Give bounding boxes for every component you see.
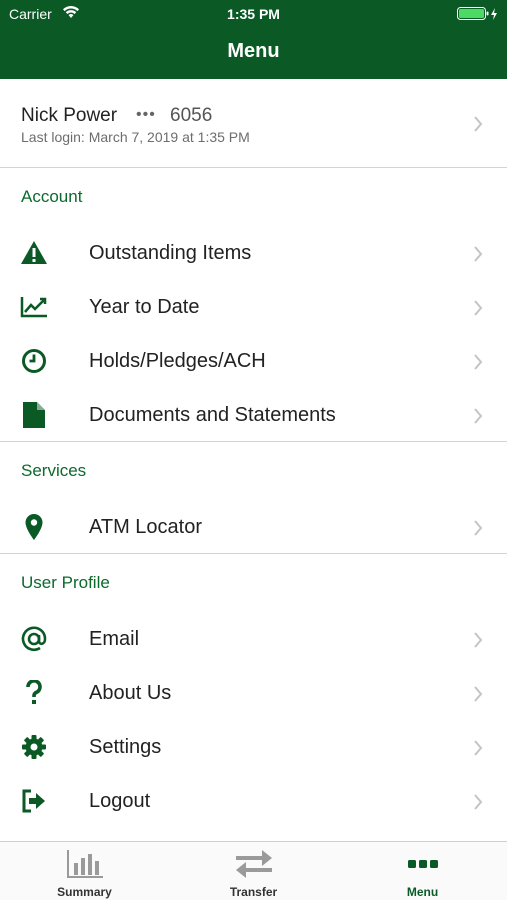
menu-item-label: Outstanding Items xyxy=(89,242,252,264)
section-title-account: Account xyxy=(21,187,83,206)
menu-item-outstanding-items[interactable]: Outstanding Items xyxy=(0,226,507,280)
menu-item-label: About Us xyxy=(89,682,172,704)
at-icon xyxy=(20,626,48,652)
account-suffix: 6056 xyxy=(170,105,213,126)
clock-icon xyxy=(20,348,48,374)
menu-item-year-to-date[interactable]: Year to Date xyxy=(0,280,507,334)
chevron-right-icon xyxy=(474,740,483,756)
chevron-right-icon xyxy=(474,632,483,648)
menu-item-label: Email xyxy=(89,628,140,650)
document-icon xyxy=(20,402,48,428)
chevron-right-icon xyxy=(474,794,483,810)
menu-item-holds-pledges-ach[interactable]: Holds/Pledges/ACH xyxy=(0,334,507,388)
section-title-services: Services xyxy=(21,461,87,480)
menu-item-atm-locator[interactable]: ATM Locator xyxy=(0,500,507,554)
tab-summary[interactable]: Summary xyxy=(0,842,169,900)
line-chart-icon xyxy=(20,294,48,320)
user-name: Nick Power xyxy=(21,105,118,126)
menu-item-logout[interactable]: Logout xyxy=(0,774,507,828)
clock-time: 1:35 PM xyxy=(227,6,280,22)
section-divider xyxy=(0,441,507,442)
menu-item-email[interactable]: Email xyxy=(0,612,507,666)
menu-item-label: Year to Date xyxy=(89,296,200,318)
menu-item-label: Holds/Pledges/ACH xyxy=(89,350,266,372)
menu-item-about-us[interactable]: About Us xyxy=(0,666,507,720)
tab-label: Menu xyxy=(406,885,439,899)
menu-item-documents-and-statements[interactable]: Documents and Statements xyxy=(0,388,507,442)
gear-icon xyxy=(20,734,48,760)
chevron-right-icon xyxy=(474,300,483,316)
page-title: Menu xyxy=(227,40,280,62)
tab-label: Summary xyxy=(57,885,112,899)
chevron-right-icon xyxy=(474,408,483,424)
map-pin-icon xyxy=(20,514,48,540)
menu-item-label: ATM Locator xyxy=(89,516,202,538)
chevron-right-icon xyxy=(474,520,483,536)
question-icon xyxy=(20,680,48,706)
menu-item-settings[interactable]: Settings xyxy=(0,720,507,774)
section-divider xyxy=(0,553,507,554)
section-title-user-profile: User Profile xyxy=(21,573,110,592)
menu-item-label: Documents and Statements xyxy=(89,404,336,426)
more-dots-icon xyxy=(338,849,507,879)
transfer-arrows-icon xyxy=(169,849,338,879)
chevron-right-icon xyxy=(474,116,483,132)
status-bar: Carrier 1:35 PM xyxy=(0,0,507,28)
tab-menu[interactable]: Menu xyxy=(338,842,507,900)
chevron-right-icon xyxy=(474,354,483,370)
bar-chart-icon xyxy=(0,849,169,879)
chevron-right-icon xyxy=(474,246,483,262)
logout-icon xyxy=(20,788,48,814)
top-bar: Carrier 1:35 PM Menu xyxy=(0,0,507,79)
masked-dots: ••• xyxy=(136,106,156,123)
last-login: Last login: March 7, 2019 at 1:35 PM xyxy=(21,129,250,145)
menu-item-label: Logout xyxy=(89,790,151,812)
menu-item-label: Settings xyxy=(89,736,162,758)
tab-transfer[interactable]: Transfer xyxy=(169,842,338,900)
chevron-right-icon xyxy=(474,686,483,702)
user-account-row[interactable]: Nick Power ••• 6056 Last login: March 7,… xyxy=(0,79,507,168)
tab-label: Transfer xyxy=(229,885,278,899)
warning-icon xyxy=(20,240,48,266)
battery-icon xyxy=(457,7,499,26)
bottom-tab-bar: Summary Transfer Menu xyxy=(0,841,507,900)
